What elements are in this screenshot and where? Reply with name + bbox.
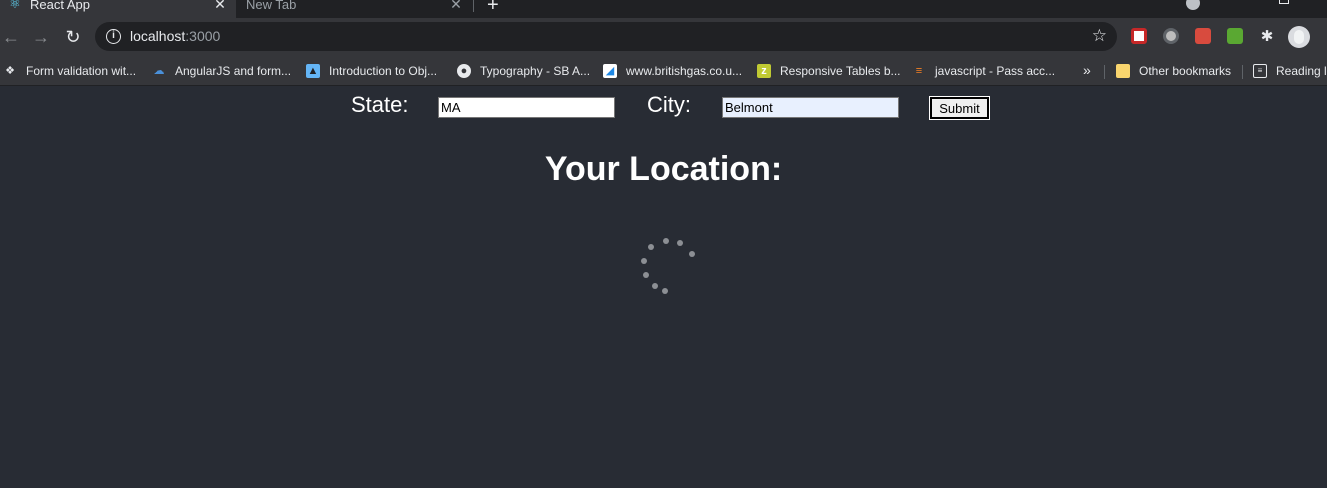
spinner-dot xyxy=(677,240,683,246)
tab-new-tab[interactable]: New Tab ✕ xyxy=(236,0,472,18)
tab-separator xyxy=(473,0,474,12)
location-heading: Your Location: xyxy=(544,150,783,188)
bookmark-label: Typography - SB A... xyxy=(480,64,591,78)
folder-icon xyxy=(1116,64,1130,78)
extension-puzzle-red-icon[interactable] xyxy=(1195,28,1211,44)
spinner-dot xyxy=(643,272,649,278)
spinner-dot xyxy=(663,238,669,244)
bookmark-label: Responsive Tables b... xyxy=(780,64,901,78)
stackoverflow-icon: ≡ xyxy=(915,65,923,77)
other-bookmarks[interactable]: Other bookmarks xyxy=(1116,62,1231,80)
bookmark-label: Form validation wit... xyxy=(26,64,137,78)
bookmark-item[interactable]: ● Typography - SB A... xyxy=(457,62,590,80)
reload-icon[interactable]: ↻ xyxy=(62,26,84,48)
bookmark-label: Introduction to Obj... xyxy=(329,64,438,78)
globe-icon: ● xyxy=(457,64,471,78)
city-label: City: xyxy=(647,92,691,117)
reading-list-label: Reading l xyxy=(1276,64,1327,78)
bookmark-item[interactable]: ◢ www.britishgas.co.u... xyxy=(603,62,742,80)
spinner-dot xyxy=(652,283,658,289)
url-port: :3000 xyxy=(185,28,221,44)
info-icon[interactable]: i xyxy=(106,29,121,44)
tab-search-icon[interactable] xyxy=(1186,0,1200,10)
state-input[interactable] xyxy=(438,97,615,118)
forward-arrow-icon[interactable]: → xyxy=(30,26,52,48)
bookmark-label: www.britishgas.co.u... xyxy=(626,64,743,78)
spinner-icon xyxy=(635,233,699,297)
bookmark-item[interactable]: ▲ Introduction to Obj... xyxy=(306,62,437,80)
restore-icon[interactable] xyxy=(1279,0,1289,4)
bookmark-label: AngularJS and form... xyxy=(175,64,292,78)
close-icon[interactable]: ✕ xyxy=(448,0,464,13)
bookmark-item[interactable]: z Responsive Tables b... xyxy=(757,62,901,80)
reading-list-icon: ≡ xyxy=(1253,64,1267,78)
profile-avatar[interactable] xyxy=(1288,26,1310,48)
tab-strip: ⚛ React App ✕ New Tab ✕ + xyxy=(0,0,1327,18)
extension-pocket-icon[interactable] xyxy=(1131,28,1147,44)
tab-title: New Tab xyxy=(246,0,297,12)
tab-react-app[interactable]: ⚛ React App ✕ xyxy=(0,0,236,18)
spinner-dot xyxy=(641,258,647,264)
extensions-icon[interactable]: ✱ xyxy=(1256,26,1278,48)
spinner-dot xyxy=(689,251,695,257)
britishgas-icon: ◢ xyxy=(603,64,617,78)
bookmarks-separator xyxy=(1104,65,1105,79)
submit-button[interactable]: Submit xyxy=(929,96,990,120)
bookmarks-bar: ❖ Form validation wit... ☁ AngularJS and… xyxy=(0,56,1327,86)
browser-toolbar: ← → ↻ i localhost:3000 ☆ ✱ xyxy=(0,18,1327,56)
address-bar[interactable]: i localhost:3000 ☆ xyxy=(95,22,1117,51)
codepen-icon: ❖ xyxy=(5,65,15,77)
url-host: localhost xyxy=(130,28,186,44)
tab-title: React App xyxy=(30,0,90,12)
zeroheight-icon: z xyxy=(757,64,771,78)
bookmark-item[interactable]: ☁ AngularJS and form... xyxy=(152,62,292,80)
spinner-dot xyxy=(662,288,668,294)
extension-chart-icon[interactable] xyxy=(1227,28,1243,44)
bird-icon: ▲ xyxy=(306,64,320,78)
cloud-icon: ☁ xyxy=(153,65,165,77)
bookmark-item[interactable]: ❖ Form validation wit... xyxy=(3,62,136,80)
bookmark-label: javascript - Pass acc... xyxy=(935,64,1056,78)
back-arrow-icon[interactable]: ← xyxy=(0,26,22,48)
react-icon: ⚛ xyxy=(9,0,21,11)
state-label: State: xyxy=(351,92,409,117)
bookmarks-separator xyxy=(1242,65,1243,79)
other-bookmarks-label: Other bookmarks xyxy=(1139,64,1232,78)
url-text[interactable]: localhost:3000 xyxy=(130,28,220,44)
spinner-dot xyxy=(648,244,654,250)
reading-list[interactable]: ≡ Reading l xyxy=(1253,62,1327,80)
bookmark-star-icon[interactable]: ☆ xyxy=(1092,26,1107,46)
bookmarks-overflow-button[interactable]: » xyxy=(1083,62,1091,78)
close-icon[interactable]: ✕ xyxy=(212,0,228,13)
extension-circle-icon[interactable] xyxy=(1163,28,1179,44)
new-tab-button[interactable]: + xyxy=(487,0,499,17)
bookmark-item[interactable]: ≡ javascript - Pass acc... xyxy=(912,62,1055,80)
city-input[interactable] xyxy=(722,97,899,118)
